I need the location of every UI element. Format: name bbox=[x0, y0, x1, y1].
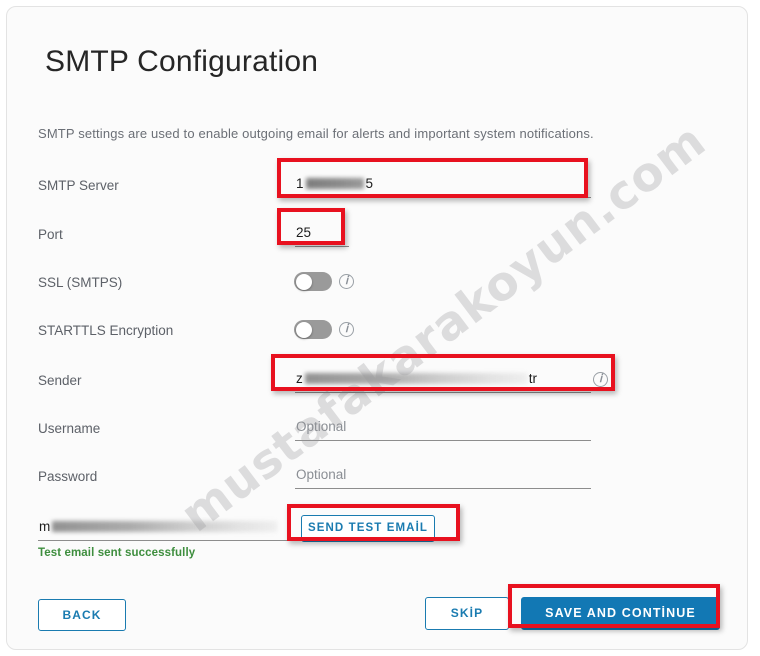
smtp-server-value-suffix: 5 bbox=[365, 176, 374, 191]
port-value: 25 bbox=[296, 225, 312, 240]
smtp-server-value: 15 bbox=[296, 176, 373, 191]
save-and-continue-button[interactable]: SAVE AND CONTİNUE bbox=[521, 597, 720, 630]
form-row-username: Username Optional bbox=[7, 413, 747, 447]
send-test-email-button[interactable]: SEND TEST EMAİL bbox=[301, 515, 435, 542]
smtp-configuration-card: SMTP Configuration SMTP settings are use… bbox=[6, 6, 748, 650]
form-row-port: Port 25 bbox=[7, 219, 747, 253]
back-button[interactable]: BACK bbox=[38, 599, 126, 631]
sender-value: z tr bbox=[296, 371, 537, 386]
test-email-value-prefix: m bbox=[39, 519, 51, 534]
test-email-status: Test email sent successfully bbox=[38, 547, 196, 559]
ssl-toggle[interactable] bbox=[294, 272, 332, 291]
label-ssl: SSL (SMTPS) bbox=[38, 275, 123, 290]
ssl-toggle-knob bbox=[295, 273, 312, 290]
label-sender: Sender bbox=[38, 373, 82, 388]
label-password: Password bbox=[38, 469, 98, 484]
label-username: Username bbox=[38, 421, 101, 436]
smtp-server-input[interactable]: 15 bbox=[295, 172, 591, 198]
label-smtp-server: SMTP Server bbox=[38, 178, 119, 193]
port-input[interactable]: 25 bbox=[295, 221, 349, 247]
skip-button[interactable]: SKİP bbox=[425, 597, 509, 630]
form-row-starttls: STARTTLS Encryption ⅰ bbox=[7, 315, 747, 349]
smtp-configuration-screen: SMTP Configuration SMTP settings are use… bbox=[0, 0, 760, 656]
info-icon[interactable]: ⅰ bbox=[593, 372, 608, 387]
redaction-block bbox=[304, 372, 527, 384]
label-port: Port bbox=[38, 227, 63, 242]
username-input[interactable]: Optional bbox=[295, 415, 591, 441]
page-title: SMTP Configuration bbox=[45, 45, 319, 78]
form-row-sender: Sender z tr ⅰ bbox=[7, 365, 747, 399]
password-input[interactable]: Optional bbox=[295, 463, 591, 489]
sender-input[interactable]: z tr bbox=[295, 367, 591, 393]
test-email-input[interactable]: m bbox=[38, 515, 292, 541]
page-description: SMTP settings are used to enable outgoin… bbox=[38, 126, 594, 141]
info-icon[interactable]: ⅰ bbox=[339, 274, 354, 289]
smtp-server-value-prefix: 1 bbox=[296, 176, 304, 191]
sender-value-suffix: tr bbox=[528, 371, 537, 386]
password-placeholder: Optional bbox=[296, 467, 347, 482]
info-icon[interactable]: ⅰ bbox=[339, 322, 354, 337]
starttls-toggle-knob bbox=[295, 321, 312, 338]
label-starttls: STARTTLS Encryption bbox=[38, 323, 174, 338]
redaction-block bbox=[52, 520, 278, 532]
form-row-ssl: SSL (SMTPS) ⅰ bbox=[7, 267, 747, 301]
form-row-smtp-server: SMTP Server 15 bbox=[7, 170, 747, 204]
starttls-toggle[interactable] bbox=[294, 320, 332, 339]
username-placeholder: Optional bbox=[296, 419, 347, 434]
redaction-block bbox=[305, 177, 364, 189]
form-row-password: Password Optional bbox=[7, 461, 747, 495]
sender-value-prefix: z bbox=[296, 371, 303, 386]
test-email-value: m bbox=[39, 519, 279, 534]
